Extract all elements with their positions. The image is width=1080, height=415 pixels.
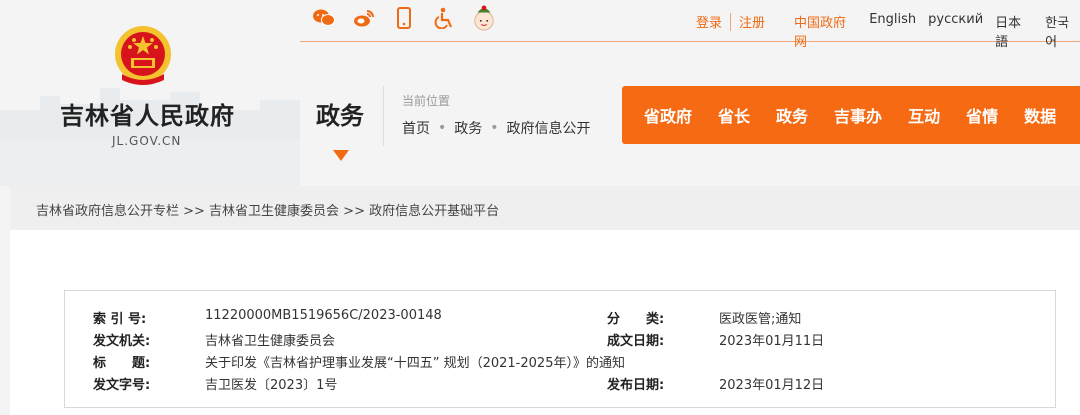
index-label: 索 引 号: — [93, 312, 147, 327]
title-label: 标 题: — [93, 356, 151, 371]
weibo-icon[interactable] — [352, 6, 376, 30]
issuer-label: 发文机关: — [93, 334, 151, 349]
national-emblem-icon[interactable] — [112, 24, 174, 90]
link-korean[interactable]: 한국어 — [1045, 12, 1080, 50]
nav-item-province-info[interactable]: 省情 — [966, 103, 998, 127]
docno-value: 吉卫医发〔2023〕1号 — [205, 378, 338, 393]
nav-item-governor[interactable]: 省长 — [718, 103, 750, 127]
nav-item-data[interactable]: 数据 — [1024, 103, 1056, 127]
accessibility-icon[interactable] — [432, 6, 456, 30]
wechat-icon[interactable] — [312, 6, 336, 30]
nav-item-interaction[interactable]: 互动 — [908, 103, 940, 127]
location-info-disclosure[interactable]: 政府信息公开 — [507, 118, 591, 138]
language-links: 中国政府网 English русский 日本語 한국어 — [794, 12, 1080, 50]
link-gov-cn[interactable]: 中国政府网 — [794, 12, 857, 50]
location-path: 首页 • 政务 • 政府信息公开 — [402, 118, 591, 138]
service-icons — [312, 5, 496, 31]
link-english[interactable]: English — [869, 12, 916, 50]
location-label: 当前位置 — [402, 94, 451, 108]
index-value: 11220000MB1519656C/2023-00148 — [205, 308, 442, 323]
link-japanese[interactable]: 日本語 — [995, 12, 1033, 50]
site-name[interactable]: 吉林省人民政府 — [60, 96, 235, 131]
meta-row: 发文机关: 吉林省卫生健康委员会 成文日期: 2023年01月11日 — [65, 330, 1055, 350]
document-meta-table: 索 引 号: 11220000MB1519656C/2023-00148 分 类… — [64, 290, 1056, 408]
mascot-icon[interactable] — [472, 5, 496, 31]
category-label: 分 类: — [607, 312, 665, 327]
meta-row: 标 题: 关于印发《吉林省护理事业发展“十四五” 规划（2021-2025年）》… — [65, 352, 1055, 372]
triangle-down-icon — [333, 150, 349, 161]
link-russian[interactable]: русский — [928, 12, 983, 50]
nav-item-jishiban[interactable]: 吉事办 — [834, 103, 882, 127]
title-value: 关于印发《吉林省护理事业发展“十四五” 规划（2021-2025年）》的通知 — [205, 356, 625, 371]
docno-label: 发文字号: — [93, 378, 151, 393]
bullet-separator: • — [438, 120, 447, 136]
category-value: 医政医管;通知 — [719, 312, 802, 327]
pubdate-value: 2023年01月12日 — [719, 378, 825, 393]
issuer-value: 吉林省卫生健康委员会 — [205, 334, 336, 349]
main-nav: 省政府 省长 政务 吉事办 互动 省情 数据 — [622, 86, 1080, 144]
bullet-separator: • — [490, 120, 499, 136]
site-domain: JL.GOV.CN — [112, 134, 182, 148]
top-bar: 登录 注册 中国政府网 English русский 日本語 한국어 — [300, 0, 1080, 50]
mobile-icon[interactable] — [392, 6, 416, 30]
date-value: 2023年01月11日 — [719, 334, 825, 349]
meta-row: 发文字号: 吉卫医发〔2023〕1号 发布日期: 2023年01月12日 — [65, 374, 1055, 394]
divider — [730, 12, 732, 31]
auth-links: 登录 注册 — [696, 12, 765, 31]
location-home[interactable]: 首页 — [402, 118, 430, 138]
section-title[interactable]: 政务 — [316, 96, 364, 131]
nav-item-provincial-gov[interactable]: 省政府 — [644, 103, 692, 127]
login-link[interactable]: 登录 — [696, 12, 722, 31]
divider — [383, 86, 384, 146]
date-label: 成文日期: — [607, 334, 665, 349]
content-panel: 吉林省政府信息公开专栏 >> 吉林省卫生健康委员会 >> 政府信息公开基础平台 … — [10, 186, 1080, 415]
breadcrumb[interactable]: 吉林省政府信息公开专栏 >> 吉林省卫生健康委员会 >> 政府信息公开基础平台 — [10, 186, 1080, 230]
register-link[interactable]: 注册 — [739, 12, 765, 31]
nav-item-affairs[interactable]: 政务 — [776, 103, 808, 127]
location-affairs[interactable]: 政务 — [454, 118, 482, 138]
pubdate-label: 发布日期: — [607, 378, 665, 393]
meta-row: 索 引 号: 11220000MB1519656C/2023-00148 分 类… — [65, 308, 1055, 328]
